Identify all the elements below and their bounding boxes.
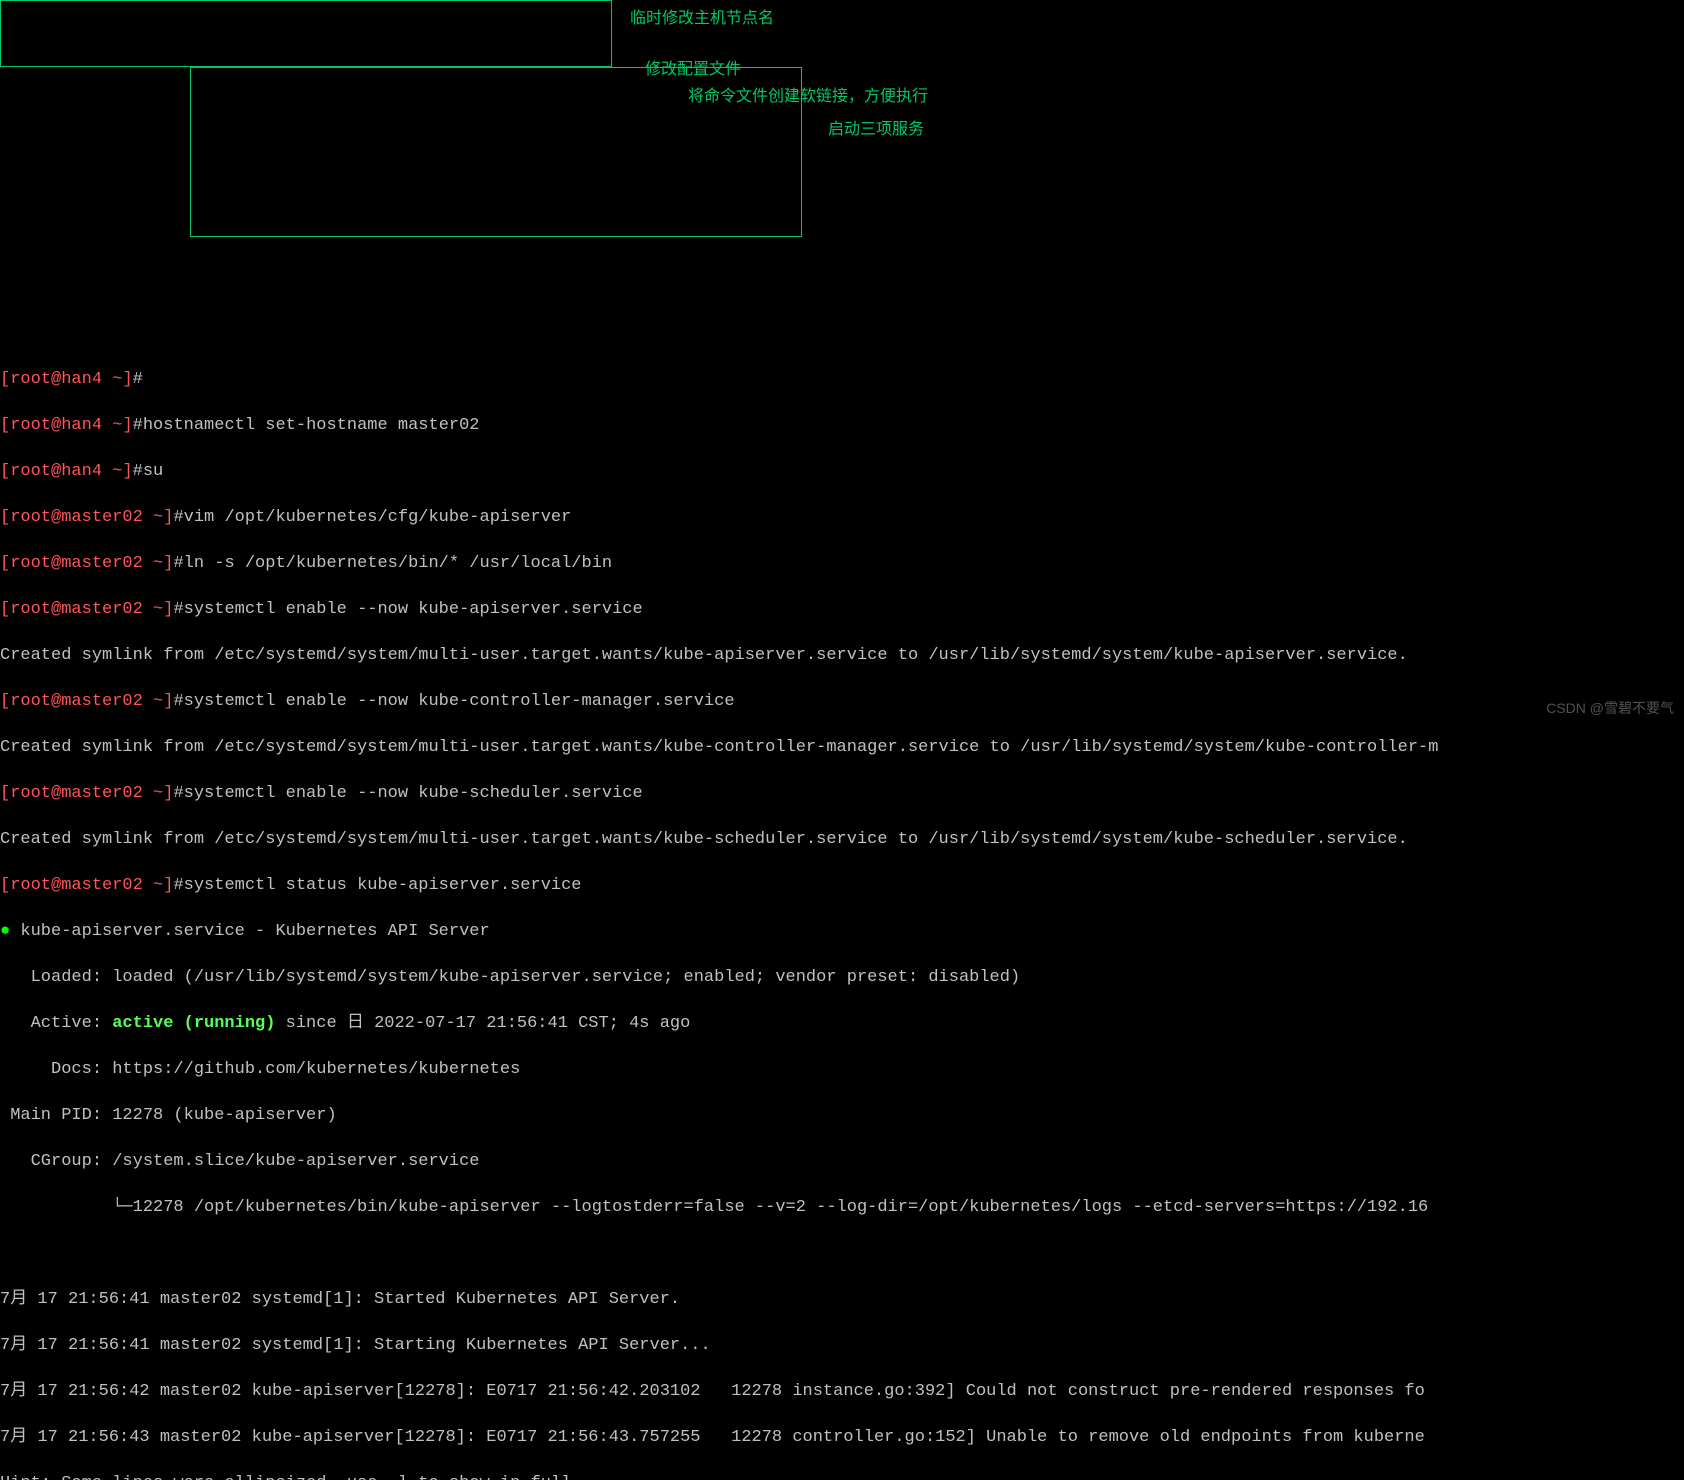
watermark: CSDN @雪碧不要气 [1546,697,1674,720]
cmd-hostname: hostnamectl set-hostname master02 [143,416,480,435]
prompt-line-8: [root@master02 ~]#systemctl enable --now… [0,782,1684,805]
service-loaded-1: Loaded: loaded (/usr/lib/systemd/system/… [0,966,1684,989]
prompt-line-4: [root@master02 ~]#vim /opt/kubernetes/cf… [0,506,1684,529]
prompt-line-9: [root@master02 ~]#systemctl status kube-… [0,874,1684,897]
service-cgroup-child-1: └─12278 /opt/kubernetes/bin/kube-apiserv… [0,1196,1684,1219]
prompt-line-5: [root@master02 ~]#ln -s /opt/kubernetes/… [0,552,1684,575]
prompt-line-6: [root@master02 ~]#systemctl enable --now… [0,598,1684,621]
cmd-vim: vim /opt/kubernetes/cfg/kube-apiserver [184,508,572,527]
prompt-line-3: [root@han4 ~]#su [0,460,1684,483]
cmd-enable-scheduler: systemctl enable --now kube-scheduler.se… [184,784,643,803]
cmd-ln: ln -s /opt/kubernetes/bin/* /usr/local/b… [184,554,612,573]
cmd-enable-controller: systemctl enable --now kube-controller-m… [184,692,735,711]
annotation-symlink: 将命令文件创建软链接，方便执行 [688,85,928,108]
annotation-box-1 [0,0,612,67]
log-line-4: 7月 17 21:56:43 master02 kube-apiserver[1… [0,1426,1684,1449]
blank-line [0,1242,1684,1265]
log-line-3: 7月 17 21:56:42 master02 kube-apiserver[1… [0,1380,1684,1403]
service-pid-1: Main PID: 12278 (kube-apiserver) [0,1104,1684,1127]
service-active-1: Active: active (running) since 日 2022-07… [0,1012,1684,1035]
service-title-1: ● kube-apiserver.service - Kubernetes AP… [0,920,1684,943]
hint-line: Hint: Some lines were ellipsized, use -l… [0,1472,1684,1480]
symlink-output-3: Created symlink from /etc/systemd/system… [0,828,1684,851]
symlink-output-1: Created symlink from /etc/systemd/system… [0,644,1684,667]
terminal-content[interactable]: [root@han4 ~]# [root@han4 ~]#hostnamectl… [0,345,1684,1480]
prompt-line-2: [root@han4 ~]#hostnamectl set-hostname m… [0,414,1684,437]
log-line-1: 7月 17 21:56:41 master02 systemd[1]: Star… [0,1288,1684,1311]
cmd-enable-apiserver: systemctl enable --now kube-apiserver.se… [184,600,643,619]
log-line-2: 7月 17 21:56:41 master02 systemd[1]: Star… [0,1334,1684,1357]
prompt-line-7: [root@master02 ~]#systemctl enable --now… [0,690,1684,713]
service-docs-1: Docs: https://github.com/kubernetes/kube… [0,1058,1684,1081]
cmd-status-apiserver: systemctl status kube-apiserver.service [184,876,582,895]
symlink-output-2: Created symlink from /etc/systemd/system… [0,736,1684,759]
prompt-line-1: [root@han4 ~]# [0,368,1684,391]
annotation-hostname: 临时修改主机节点名 [630,7,774,30]
service-cgroup-1: CGroup: /system.slice/kube-apiserver.ser… [0,1150,1684,1173]
annotation-config: 修改配置文件 [645,58,741,81]
cmd-su: su [143,462,163,481]
annotation-services: 启动三项服务 [828,118,924,141]
